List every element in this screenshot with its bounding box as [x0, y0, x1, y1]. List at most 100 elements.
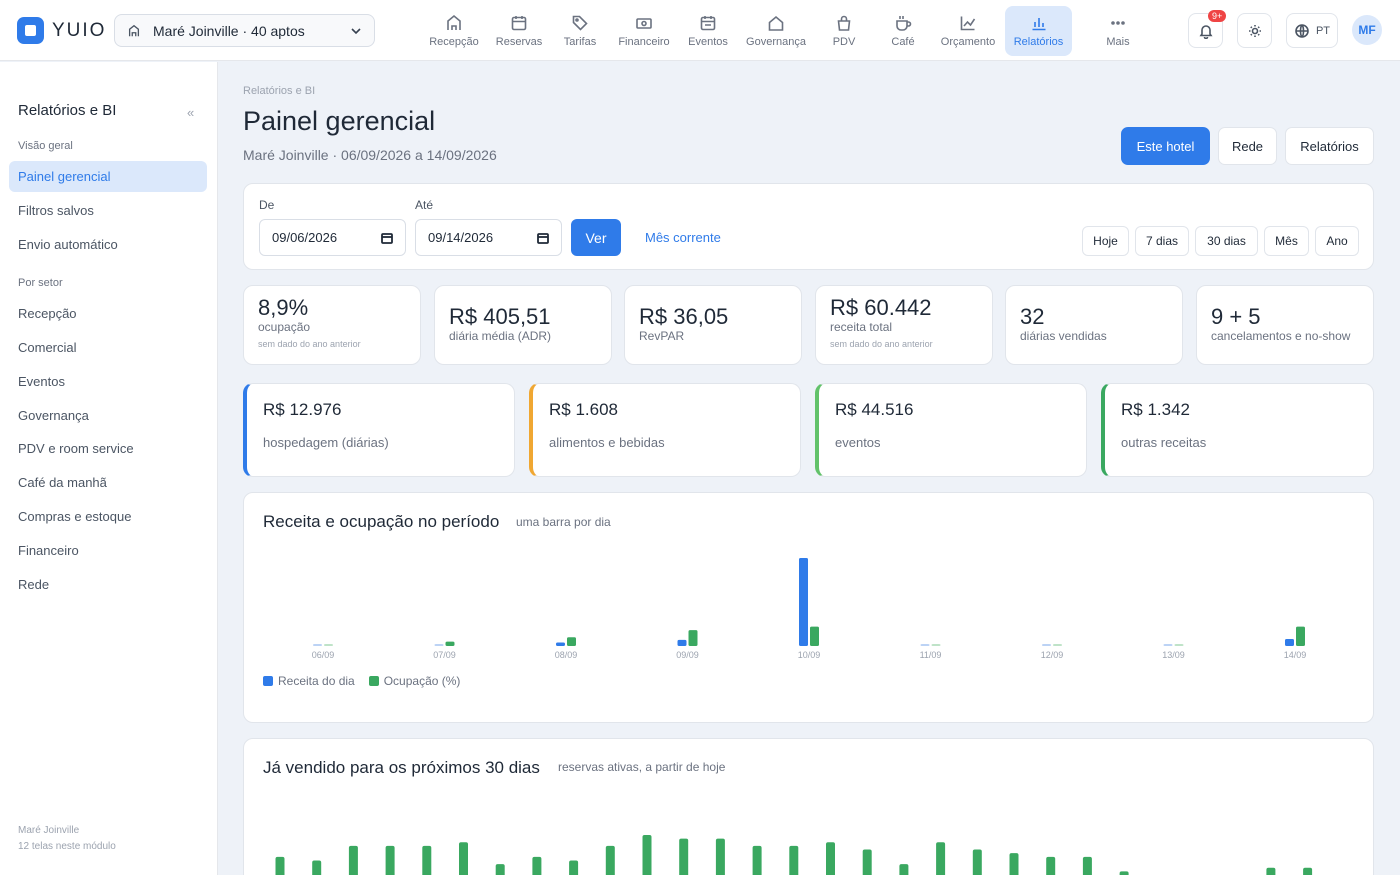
forecast-bar — [422, 845, 432, 875]
forecast-bar — [532, 856, 542, 875]
theme-toggle-button[interactable] — [1237, 13, 1272, 48]
legend-item-receita[interactable]: Receita do dia — [263, 674, 355, 688]
sidebar-item-pdv[interactable]: PDV e room service — [9, 433, 207, 464]
sidebar-item-rede[interactable]: Rede — [9, 569, 207, 600]
brand-logo[interactable]: YUIO — [17, 17, 106, 44]
forecast-bar — [385, 845, 395, 875]
sidebar-section-overview: Visão geral — [18, 140, 73, 152]
forecast-bar — [1119, 871, 1129, 875]
kpi-card-diarias: 32 diárias vendidas — [1005, 285, 1183, 365]
nav-cafe[interactable]: Café — [884, 6, 922, 56]
range-mes-button[interactable]: Mês — [1264, 226, 1309, 256]
scope-este-hotel-button[interactable]: Este hotel — [1121, 127, 1210, 165]
revenue-value: R$ 12.976 — [263, 400, 342, 419]
range-ano-button[interactable]: Ano — [1315, 226, 1359, 256]
nav-orcamento[interactable]: Orçamento — [936, 6, 1000, 56]
nav-mais[interactable]: Mais — [1099, 6, 1137, 56]
nav-governanca[interactable]: Governança — [742, 6, 810, 56]
sidebar-item-envio-automatico[interactable]: Envio automático — [9, 229, 207, 260]
sidebar-footer-hotel: Maré Joinville — [18, 825, 80, 836]
kpi-card-ocupacao: 8,9% ocupação sem dado do ano anterior — [243, 285, 421, 365]
relatorios-button[interactable]: Relatórios — [1285, 127, 1374, 165]
forecast-bar — [1266, 867, 1276, 875]
sidebar-section-sector: Por setor — [18, 277, 63, 289]
forecast-bar — [642, 835, 652, 875]
nav-label: PDV — [832, 36, 856, 48]
calendar-icon — [381, 232, 393, 244]
sidebar: Relatórios e BI « Visão geral Painel ger… — [0, 62, 218, 875]
kpi-label: diárias vendidas — [1020, 329, 1107, 343]
range-30-dias-button[interactable]: 30 dias — [1195, 226, 1258, 256]
more-dots-icon — [1111, 21, 1125, 25]
nav-label: Reservas — [495, 36, 543, 48]
forecast-bar — [715, 838, 725, 875]
sidebar-item-comercial[interactable]: Comercial — [9, 332, 207, 363]
logo-icon — [17, 17, 44, 44]
building-icon — [128, 24, 140, 36]
sidebar-item-financeiro[interactable]: Financeiro — [9, 535, 207, 566]
house-icon — [768, 15, 784, 31]
forecast-bar — [862, 849, 872, 875]
apply-filter-button[interactable]: Ver — [571, 219, 621, 256]
kpi-label: receita total — [830, 320, 893, 334]
nav-eventos[interactable]: Eventos — [684, 6, 732, 56]
sidebar-footer-count: 12 telas neste módulo — [18, 841, 116, 852]
legend-item-ocupacao[interactable]: Ocupação (%) — [368, 674, 460, 688]
nav-label: Governança — [746, 36, 806, 48]
kpi-label: cancelamentos e no-show — [1211, 329, 1351, 343]
occupancy-bar — [1053, 644, 1062, 646]
revenue-occupancy-chart: 06/09 07/09 08/09 09/09 10/09 11/09 12/09 13/09… — [312, 558, 1306, 660]
from-date-input[interactable]: 09/06/2026 — [259, 219, 406, 256]
kpi-label: RevPAR — [639, 329, 685, 343]
sidebar-item-compras[interactable]: Compras e estoque — [9, 501, 207, 532]
sidebar-item-painel-gerencial[interactable]: Painel gerencial — [9, 161, 207, 192]
nav-tarifas[interactable]: Tarifas — [558, 6, 602, 56]
x-tick-label: 07/09 — [433, 650, 456, 660]
range-hoje-button[interactable]: Hoje — [1082, 226, 1129, 256]
to-date-input[interactable]: 09/14/2026 — [415, 219, 562, 256]
nav-recepcao[interactable]: Recepção — [425, 6, 483, 56]
kpi-value: R$ 60.442 — [830, 295, 932, 320]
breadcrumb[interactable]: Relatórios e BI — [243, 85, 315, 97]
money-icon — [636, 18, 652, 29]
kpi-card-cancelamentos: 9 + 5 cancelamentos e no-show — [1196, 285, 1374, 365]
occupancy-bar — [810, 626, 819, 646]
sidebar-item-cafe[interactable]: Café da manhã — [9, 467, 207, 498]
nav-relatorios[interactable]: Relatórios — [1005, 6, 1072, 56]
sidebar-item-filtros-salvos[interactable]: Filtros salvos — [9, 195, 207, 226]
kpi-value: R$ 405,51 — [449, 304, 551, 329]
hotel-selector[interactable]: Maré Joinville · 40 aptos — [114, 14, 375, 47]
nav-reservas[interactable]: Reservas — [493, 6, 545, 56]
forecast-bar — [275, 856, 285, 875]
revenue-chart-legend: Receita do dia Ocupação (%) — [263, 674, 460, 688]
revenue-value: R$ 1.342 — [1121, 400, 1190, 419]
top-bar: YUIO Maré Joinville · 40 aptos Recepção … — [0, 0, 1400, 61]
x-tick-label: 06/09 — [312, 650, 335, 660]
bell-icon — [1199, 24, 1212, 39]
scope-rede-button[interactable]: Rede — [1218, 127, 1277, 165]
legend-swatch — [263, 676, 273, 686]
user-avatar[interactable]: MF — [1352, 15, 1382, 45]
nav-pdv[interactable]: PDV — [826, 6, 862, 56]
language-selector[interactable]: PT — [1286, 13, 1338, 48]
sidebar-item-eventos[interactable]: Eventos — [9, 366, 207, 397]
sidebar-collapse-button[interactable]: « — [187, 105, 194, 120]
nav-financeiro[interactable]: Financeiro — [614, 6, 674, 56]
current-month-link[interactable]: Mês corrente — [645, 230, 721, 245]
revenue-bar — [434, 644, 444, 646]
revenue-label: alimentos e bebidas — [549, 435, 665, 450]
coffee-cup-icon — [896, 16, 912, 31]
from-label: De — [259, 198, 275, 212]
page-title: Painel gerencial — [243, 106, 436, 136]
nav-label: Relatórios — [1013, 36, 1064, 48]
revenue-chart-subtitle: uma barra por dia — [516, 515, 611, 529]
bar-chart-icon — [1032, 18, 1045, 31]
shopping-bag-icon — [837, 15, 851, 31]
sidebar-item-recepcao[interactable]: Recepção — [9, 298, 207, 329]
kpi-note: sem dado do ano anterior — [830, 339, 933, 349]
revenue-chart-title: Receita e ocupação no período — [263, 512, 500, 531]
page-subtitle: Maré Joinville · 06/09/2026 a 14/09/2026 — [243, 147, 497, 163]
sidebar-item-governanca[interactable]: Governança — [9, 400, 207, 431]
revenue-bar — [1163, 644, 1173, 646]
range-7-dias-button[interactable]: 7 dias — [1135, 226, 1189, 256]
